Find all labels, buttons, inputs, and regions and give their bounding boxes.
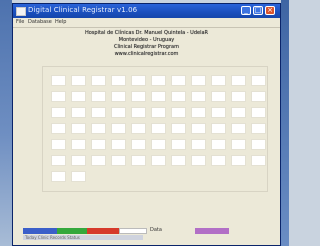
grid-cell[interactable] bbox=[252, 124, 265, 133]
minimize-button[interactable]: _ bbox=[241, 6, 251, 15]
grid-cell[interactable] bbox=[232, 124, 245, 133]
grid-cell[interactable] bbox=[192, 108, 205, 117]
grid-cell[interactable] bbox=[52, 172, 65, 181]
grid-cell[interactable] bbox=[212, 108, 225, 117]
grid-cell[interactable] bbox=[52, 76, 65, 85]
grid-cell[interactable] bbox=[52, 140, 65, 149]
grid-cell[interactable] bbox=[72, 172, 85, 181]
grid-cell[interactable] bbox=[252, 140, 265, 149]
desktop-right bbox=[281, 0, 289, 246]
menu-file[interactable]: File bbox=[16, 19, 24, 26]
menu-bar: File Database Help bbox=[13, 18, 280, 28]
app-icon bbox=[16, 7, 26, 16]
grid-cell[interactable] bbox=[92, 156, 105, 165]
status-seg-red bbox=[87, 228, 119, 234]
grid-cell[interactable] bbox=[172, 156, 185, 165]
grid-cell[interactable] bbox=[92, 108, 105, 117]
grid-cell[interactable] bbox=[192, 124, 205, 133]
grid-cell[interactable] bbox=[92, 124, 105, 133]
menu-database[interactable]: Database bbox=[28, 19, 52, 26]
grid-cell[interactable] bbox=[152, 92, 165, 101]
maximize-button[interactable]: □ bbox=[253, 6, 263, 15]
grid-cell[interactable] bbox=[152, 156, 165, 165]
grid-cell[interactable] bbox=[72, 108, 85, 117]
grid-cell[interactable] bbox=[92, 140, 105, 149]
grid-cell[interactable] bbox=[72, 124, 85, 133]
grid-cell[interactable] bbox=[132, 124, 145, 133]
grid-cell[interactable] bbox=[152, 140, 165, 149]
grid-cell[interactable] bbox=[132, 140, 145, 149]
grid-cell[interactable] bbox=[232, 140, 245, 149]
status-label: Data bbox=[150, 227, 162, 233]
grid-cell[interactable] bbox=[132, 92, 145, 101]
grid-cell[interactable] bbox=[132, 156, 145, 165]
grid-cell[interactable] bbox=[212, 124, 225, 133]
desktop-left bbox=[0, 0, 12, 246]
grid-cell[interactable] bbox=[232, 92, 245, 101]
close-button[interactable]: × bbox=[265, 6, 275, 15]
status-seg-empty bbox=[165, 228, 195, 234]
grid-cell[interactable] bbox=[172, 140, 185, 149]
header-block: Hospital de Clínicas Dr. Manuel Quintela… bbox=[13, 30, 280, 58]
grid-cell[interactable] bbox=[192, 76, 205, 85]
grid-cell[interactable] bbox=[192, 140, 205, 149]
grid-cell[interactable] bbox=[252, 92, 265, 101]
grid-cell[interactable] bbox=[112, 156, 125, 165]
grid-cell[interactable] bbox=[152, 124, 165, 133]
grid-cell[interactable] bbox=[212, 140, 225, 149]
status-seg-white bbox=[119, 228, 147, 234]
header-line-3: Clinical Registrar Program bbox=[114, 44, 179, 50]
header-line-2: Montevideo - Uruguay bbox=[118, 37, 175, 43]
grid-cell[interactable] bbox=[72, 76, 85, 85]
grid-cell[interactable] bbox=[112, 124, 125, 133]
grid-cell[interactable] bbox=[232, 108, 245, 117]
app-window: Digital Clinical Registrar v1.06 _ □ × F… bbox=[12, 3, 281, 246]
grid-cell[interactable] bbox=[112, 92, 125, 101]
grid-cell[interactable] bbox=[92, 76, 105, 85]
grid-cell[interactable] bbox=[112, 76, 125, 85]
grid-cell[interactable] bbox=[212, 76, 225, 85]
status-seg-blue bbox=[23, 228, 57, 234]
grid-cell[interactable] bbox=[192, 156, 205, 165]
status-seg-purple bbox=[195, 228, 229, 234]
grid-cell[interactable] bbox=[252, 108, 265, 117]
grid-cell[interactable] bbox=[172, 92, 185, 101]
status-seg-green bbox=[57, 228, 87, 234]
grid-cell[interactable] bbox=[52, 124, 65, 133]
grid-cell[interactable] bbox=[192, 92, 205, 101]
grid-cell[interactable] bbox=[212, 156, 225, 165]
grid-cell[interactable] bbox=[252, 156, 265, 165]
grid-cell[interactable] bbox=[252, 76, 265, 85]
grid-cell[interactable] bbox=[232, 76, 245, 85]
record-grid bbox=[42, 66, 268, 192]
grid-cell[interactable] bbox=[132, 76, 145, 85]
grid-cell[interactable] bbox=[132, 108, 145, 117]
header-line-1: Hospital de Clínicas Dr. Manuel Quintela… bbox=[84, 30, 209, 36]
grid-cell[interactable] bbox=[52, 156, 65, 165]
grid-cell[interactable] bbox=[112, 108, 125, 117]
grid-cell[interactable] bbox=[232, 156, 245, 165]
grid-cell[interactable] bbox=[212, 92, 225, 101]
grid-cell[interactable] bbox=[72, 92, 85, 101]
grid-cell[interactable] bbox=[72, 140, 85, 149]
window-title: Digital Clinical Registrar v1.06 bbox=[28, 6, 138, 14]
grid-cell[interactable] bbox=[172, 108, 185, 117]
grid-cell[interactable] bbox=[52, 108, 65, 117]
grid-cell[interactable] bbox=[172, 76, 185, 85]
grid-cell[interactable] bbox=[72, 156, 85, 165]
header-line-4: www.clinicalregistrar.com bbox=[114, 51, 179, 57]
status-bar: Data Today Clinic Records Status bbox=[13, 227, 280, 242]
grid-cell[interactable] bbox=[152, 108, 165, 117]
title-bar[interactable]: Digital Clinical Registrar v1.06 _ □ × bbox=[13, 4, 280, 18]
status-under-text: Today Clinic Records Status bbox=[25, 235, 80, 240]
grid-cell[interactable] bbox=[172, 124, 185, 133]
menu-help[interactable]: Help bbox=[55, 19, 66, 26]
grid-cell[interactable] bbox=[152, 76, 165, 85]
grid-cell[interactable] bbox=[112, 140, 125, 149]
grid-cell[interactable] bbox=[52, 92, 65, 101]
grid-cell[interactable] bbox=[92, 92, 105, 101]
